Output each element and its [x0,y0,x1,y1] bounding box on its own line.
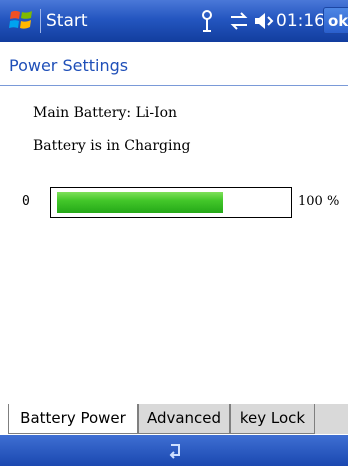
tab-strip-filler [315,404,348,434]
page-title: Power Settings [9,56,129,75]
speaker-icon[interactable] [253,11,275,31]
ok-button[interactable]: ok [323,7,348,34]
progress-max-label: 100 % [298,194,340,209]
sync-icon[interactable] [228,11,250,31]
header-divider [0,85,348,86]
tab-strip-padding [0,404,8,434]
clock[interactable]: 01:16 [276,10,325,32]
bottom-menu-bar [0,435,348,466]
battery-progress-fill [57,192,223,213]
charging-status-label: Battery is in Charging [33,138,191,154]
battery-progress-bar [50,187,292,218]
progress-min-label: 0 [22,194,30,209]
main-battery-label: Main Battery: Li-Ion [33,105,178,121]
start-menu-label[interactable]: Start [46,10,88,32]
tab-advanced[interactable]: Advanced [138,404,230,434]
signal-icon[interactable] [199,9,215,33]
sip-keyboard-icon[interactable] [165,441,187,461]
tab-key-lock[interactable]: key Lock [230,404,315,434]
windows-logo-icon[interactable] [9,8,33,32]
title-bar: Start 01:16 ok [0,0,348,42]
tab-battery-power[interactable]: Battery Power [8,404,138,434]
title-separator [40,9,41,33]
